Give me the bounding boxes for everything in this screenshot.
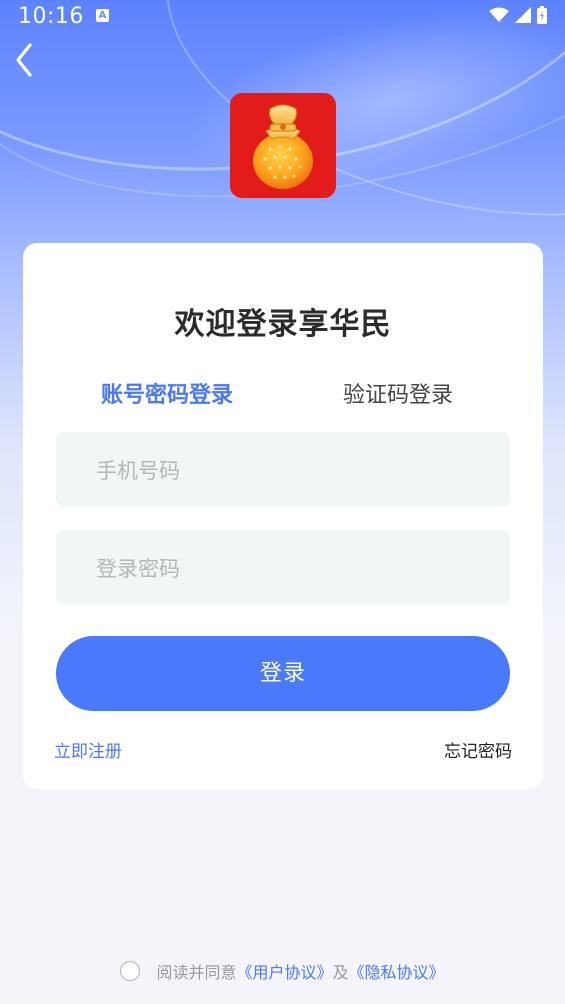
lucky-bag-icon [253,104,313,189]
page-title: 欢迎登录享华民 [174,307,392,342]
forgot-password-link[interactable]: 忘记密码 [444,737,512,762]
wifi-icon [489,7,509,22]
tab-code-login[interactable]: 验证码登录 [343,377,453,409]
login-button[interactable]: 登录 [56,636,510,711]
back-button[interactable] [10,40,40,80]
chevron-left-icon [16,43,32,77]
app-logo [230,93,336,198]
phone-field-container [56,432,510,509]
agreement-prefix: 阅读并同意 [156,963,237,982]
tab-password-login[interactable]: 账号密码登录 [101,377,233,409]
agreement-row: 阅读并同意 《用户协议》 及 《隐私协议》 [0,958,565,984]
notification-a-icon: A [96,9,109,22]
user-agreement-link[interactable]: 《用户协议》 [236,959,332,983]
login-card: 欢迎登录享华民 账号密码登录 验证码登录 登录 立即注册 忘记密码 [23,243,543,789]
status-icons [489,6,547,24]
register-link[interactable]: 立即注册 [54,737,122,762]
agreement-and: 及 [332,963,349,982]
signal-icon [515,7,531,23]
status-time: 10:16 [18,4,84,29]
password-field-container [56,530,510,607]
status-bar: 10:16 A [0,0,565,34]
password-input[interactable] [94,530,498,607]
battery-icon [537,6,547,24]
agree-checkbox[interactable] [120,961,141,981]
phone-input[interactable] [94,432,498,509]
privacy-policy-link[interactable]: 《隐私协议》 [349,959,445,983]
